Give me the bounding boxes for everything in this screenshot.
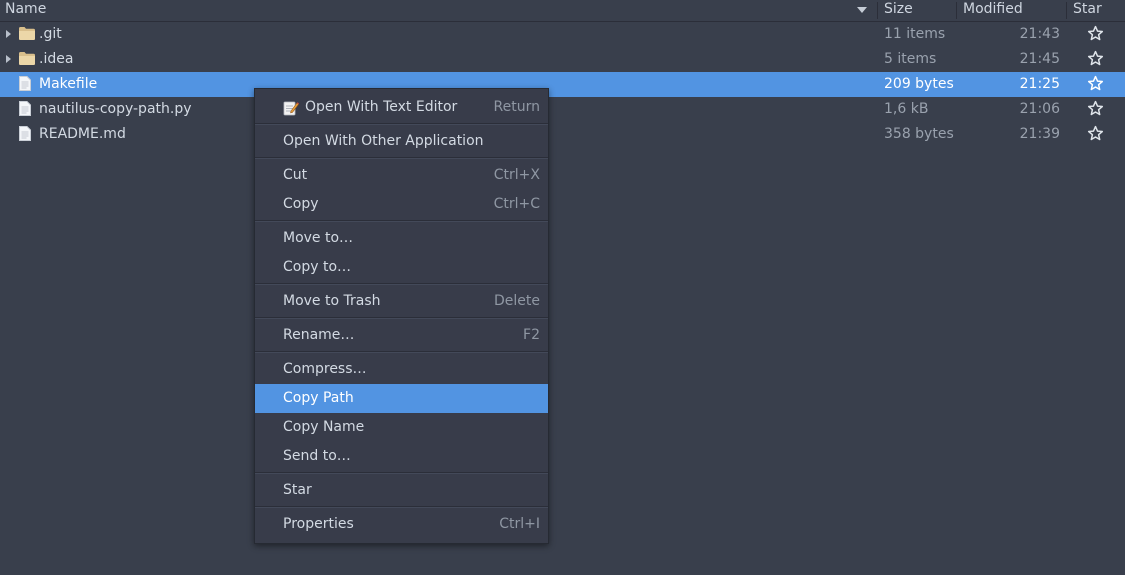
file-modified: 21:45 [1019, 51, 1060, 67]
file-row-nautilus-copy-path[interactable]: nautilus-copy-path.py 1,6 kB 21:06 [0, 97, 1125, 122]
menu-item-label: Copy Name [283, 419, 365, 435]
menu-item-accel: Ctrl+C [493, 196, 540, 212]
menu-item-label: Copy to… [283, 259, 352, 275]
file-size: 5 items [884, 51, 937, 67]
file-modified: 21:43 [1019, 26, 1060, 42]
menu-separator [255, 317, 548, 319]
menu-item-label: Compress… [283, 361, 367, 377]
menu-item-label: Star [283, 482, 312, 498]
file-size: 358 bytes [884, 126, 954, 142]
menu-item-properties[interactable]: Properties Ctrl+I [255, 510, 548, 539]
sort-descending-icon[interactable] [857, 7, 867, 13]
expand-arrow-icon[interactable] [6, 30, 11, 38]
menu-item-label: Open With Other Application [283, 133, 484, 149]
menu-item-copy-name[interactable]: Copy Name [255, 413, 548, 442]
menu-item-move-to[interactable]: Move to… [255, 224, 548, 253]
file-row-readme[interactable]: README.md 358 bytes 21:39 [0, 122, 1125, 147]
menu-separator [255, 506, 548, 508]
file-size: 11 items [884, 26, 946, 42]
menu-item-label: Move to… [283, 230, 354, 246]
column-star[interactable]: Star [1073, 0, 1102, 21]
menu-item-label: Send to… [283, 448, 351, 464]
file-name: .git [39, 26, 62, 42]
menu-item-accel: Ctrl+X [493, 167, 540, 183]
menu-item-accel: Ctrl+I [499, 516, 540, 532]
file-row-git[interactable]: .git 11 items 21:43 [0, 22, 1125, 47]
file-name: .idea [39, 51, 74, 67]
folder-icon [19, 27, 35, 40]
menu-item-open-with-text-editor[interactable]: Open With Text Editor Return [255, 93, 548, 122]
menu-item-accel: Return [493, 99, 540, 115]
star-icon[interactable] [1087, 50, 1104, 67]
context-menu: Open With Text Editor Return Open With O… [254, 88, 549, 544]
menu-separator [255, 472, 548, 474]
file-size: 209 bytes [884, 76, 954, 92]
column-divider[interactable] [877, 2, 878, 19]
menu-separator [255, 351, 548, 353]
menu-item-label: Copy [283, 196, 319, 212]
text-editor-icon [283, 101, 299, 116]
menu-item-label: Move to Trash [283, 293, 381, 309]
menu-item-compress[interactable]: Compress… [255, 355, 548, 384]
column-modified[interactable]: Modified [963, 0, 1023, 21]
file-name: Makefile [39, 76, 98, 92]
file-icon [19, 76, 31, 91]
star-icon[interactable] [1087, 100, 1104, 117]
file-icon [19, 126, 31, 141]
star-icon[interactable] [1087, 125, 1104, 142]
star-icon[interactable] [1087, 75, 1104, 92]
menu-item-accel: F2 [523, 327, 540, 343]
menu-item-accel: Delete [494, 293, 540, 309]
column-divider[interactable] [956, 2, 957, 19]
file-row-idea[interactable]: .idea 5 items 21:45 [0, 47, 1125, 72]
star-icon[interactable] [1087, 25, 1104, 42]
menu-item-label: Cut [283, 167, 308, 183]
column-name[interactable]: Name [5, 0, 46, 21]
menu-item-label: Copy Path [283, 390, 354, 406]
menu-item-copy-path[interactable]: Copy Path [255, 384, 548, 413]
menu-item-cut[interactable]: Cut Ctrl+X [255, 161, 548, 190]
file-icon [19, 101, 31, 116]
menu-separator [255, 123, 548, 125]
file-name: nautilus-copy-path.py [39, 101, 192, 117]
menu-item-rename[interactable]: Rename… F2 [255, 321, 548, 350]
file-modified: 21:06 [1019, 101, 1060, 117]
expand-arrow-icon[interactable] [6, 55, 11, 63]
file-modified: 21:39 [1019, 126, 1060, 142]
file-row-makefile[interactable]: Makefile 209 bytes 21:25 [0, 72, 1125, 97]
menu-item-copy-to[interactable]: Copy to… [255, 253, 548, 282]
menu-item-label: Open With Text Editor [305, 99, 458, 115]
menu-item-move-to-trash[interactable]: Move to Trash Delete [255, 287, 548, 316]
menu-item-label: Properties [283, 516, 354, 532]
file-name: README.md [39, 126, 126, 142]
menu-item-label: Rename… [283, 327, 355, 343]
column-size[interactable]: Size [884, 0, 913, 21]
menu-separator [255, 283, 548, 285]
menu-separator [255, 220, 548, 222]
menu-item-open-with-other-application[interactable]: Open With Other Application [255, 127, 548, 156]
column-header: Name Size Modified Star [0, 0, 1125, 22]
menu-separator [255, 157, 548, 159]
menu-item-copy[interactable]: Copy Ctrl+C [255, 190, 548, 219]
file-size: 1,6 kB [884, 101, 929, 117]
menu-item-send-to[interactable]: Send to… [255, 442, 548, 471]
menu-item-star[interactable]: Star [255, 476, 548, 505]
folder-icon [19, 52, 35, 65]
file-modified: 21:25 [1019, 76, 1060, 92]
column-divider[interactable] [1066, 2, 1067, 19]
